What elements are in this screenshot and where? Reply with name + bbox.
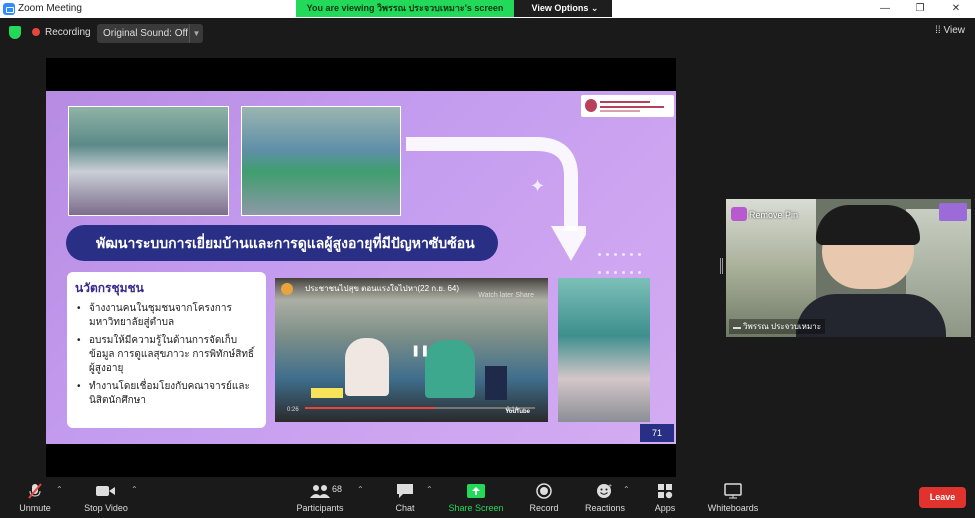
remove-pin-label: Remove Pin	[749, 210, 799, 220]
smiley-icon: +	[582, 483, 628, 499]
watch-later-share[interactable]: Watch later Share	[478, 292, 534, 299]
innovator-card: นวัตกรชุมชน จ้างงานคนในชุมชนจากโครงการมห…	[67, 272, 266, 428]
remove-pin-button[interactable]: Remove Pin	[731, 207, 798, 221]
reactions-options-caret[interactable]: ⌃	[623, 485, 630, 494]
view-button[interactable]: ⁞⁞ View	[935, 25, 965, 36]
whiteboards-label: Whiteboards	[707, 503, 759, 513]
view-label: View	[943, 25, 966, 36]
leave-button[interactable]: Leave	[919, 487, 966, 508]
card-title: นวัตกรชุมชน	[75, 281, 144, 295]
slide-photo-3	[558, 278, 650, 422]
video-options-caret[interactable]: ⌃	[131, 485, 138, 494]
reactions-label: Reactions	[584, 503, 626, 513]
decorative-dots	[598, 243, 646, 279]
close-button[interactable]: ✕	[941, 1, 971, 17]
share-screen-label: Share Screen	[448, 503, 504, 513]
slide-photo-2	[241, 106, 401, 216]
apps-grid-icon	[648, 483, 682, 499]
chat-label: Chat	[395, 503, 415, 513]
svg-text:+: +	[608, 483, 612, 490]
pause-icon[interactable]: ❚❚	[411, 344, 429, 357]
recording-label: Recording	[45, 27, 91, 38]
chat-button[interactable]: Chat	[388, 483, 422, 513]
svg-text:✦: ✦	[530, 176, 545, 196]
participants-label: Participants	[296, 503, 344, 513]
presentation-slide: ✦ พัฒนาระบบการเยี่ยมบ้านและการดูแลผู้สูง…	[46, 91, 676, 444]
viewing-screen-label: You are viewing วิพรรณ ประจวบเหมาะ's scr…	[296, 0, 514, 17]
video-camera-icon	[78, 483, 134, 499]
panel-resize-handle[interactable]	[720, 258, 723, 274]
share-screen-icon	[446, 483, 506, 499]
signal-strength-icon	[733, 322, 741, 329]
recording-dot-icon	[32, 28, 40, 36]
original-sound-label: Original Sound: Off	[103, 28, 188, 39]
slide-photo-1	[68, 106, 229, 216]
share-screen-button[interactable]: Share Screen	[446, 483, 506, 513]
participant-video-tile[interactable]: Remove Pin วิพรรณ ประจวบเหมาะ	[726, 199, 971, 337]
unmute-button[interactable]: Unmute	[14, 483, 56, 513]
record-button[interactable]: Record	[526, 483, 562, 513]
viewing-banner: You are viewing วิพรรณ ประจวบเหมาะ's scr…	[296, 0, 612, 17]
security-shield-icon[interactable]	[9, 26, 21, 39]
participants-count: 68	[332, 484, 343, 494]
slide-page-number: 71	[640, 424, 674, 442]
participants-options-caret[interactable]: ⌃	[357, 485, 364, 494]
card-item: ทำงานโดยเชื่อมโยงกับคณาจารย์และนิสิตนักศ…	[75, 380, 258, 408]
grid-icon: ⁞⁞	[935, 25, 944, 36]
video-progress-bar[interactable]	[305, 407, 535, 409]
reactions-button[interactable]: + Reactions	[582, 483, 628, 513]
chat-options-caret[interactable]: ⌃	[426, 485, 433, 494]
record-icon	[526, 483, 562, 499]
original-sound-button[interactable]: Original Sound: Off ▼	[97, 24, 203, 43]
apps-button[interactable]: Apps	[648, 483, 682, 513]
muted-microphone-icon	[14, 483, 56, 499]
participants-button[interactable]: 68 Participants	[292, 483, 348, 513]
college-logo	[581, 95, 674, 117]
view-options-button[interactable]: View Options ⌄	[518, 0, 612, 17]
card-item: อบรมให้มีความรู้ในด้านการจัดเก็บข้อมูล ก…	[75, 334, 258, 376]
participants-icon: 68	[292, 483, 348, 499]
card-item: จ้างงานคนในชุมชนจากโครงการมหาวิทยาลัยสู่…	[75, 302, 258, 330]
participant-name: วิพรรณ ประจวบเหมาะ	[729, 319, 826, 334]
participant-name-label: วิพรรณ ประจวบเหมาะ	[743, 322, 822, 331]
stop-video-label: Stop Video	[84, 503, 128, 513]
whiteboard-icon	[702, 483, 764, 499]
youtube-logo[interactable]: YouTube	[505, 409, 530, 415]
minimize-button[interactable]: —	[870, 1, 900, 17]
channel-logo-icon	[281, 283, 293, 295]
chat-bubble-icon	[388, 483, 422, 499]
zoom-logo-icon	[3, 3, 15, 15]
stop-video-button[interactable]: Stop Video	[78, 483, 134, 513]
record-label: Record	[529, 503, 559, 513]
seal-icon	[585, 99, 597, 112]
participant-badge	[939, 203, 967, 221]
apps-label: Apps	[654, 503, 676, 513]
unmute-label: Unmute	[19, 503, 51, 513]
video-time-current: 0:26	[287, 407, 299, 413]
embedded-video[interactable]: ประชาชนไปสุข ตอนแรงใจไปหา(22 ก.ย. 64) Wa…	[275, 278, 548, 422]
pin-icon	[731, 207, 747, 221]
maximize-button[interactable]: ❐	[905, 1, 935, 17]
audio-options-caret[interactable]: ⌃	[56, 485, 63, 494]
whiteboards-button[interactable]: Whiteboards	[702, 483, 764, 513]
slide-banner-title: พัฒนาระบบการเยี่ยมบ้านและการดูแลผู้สูงอา…	[66, 225, 498, 261]
recording-indicator[interactable]: Recording	[32, 24, 91, 42]
chevron-down-icon[interactable]: ▼	[189, 24, 203, 43]
window-title: Zoom Meeting	[18, 3, 82, 14]
